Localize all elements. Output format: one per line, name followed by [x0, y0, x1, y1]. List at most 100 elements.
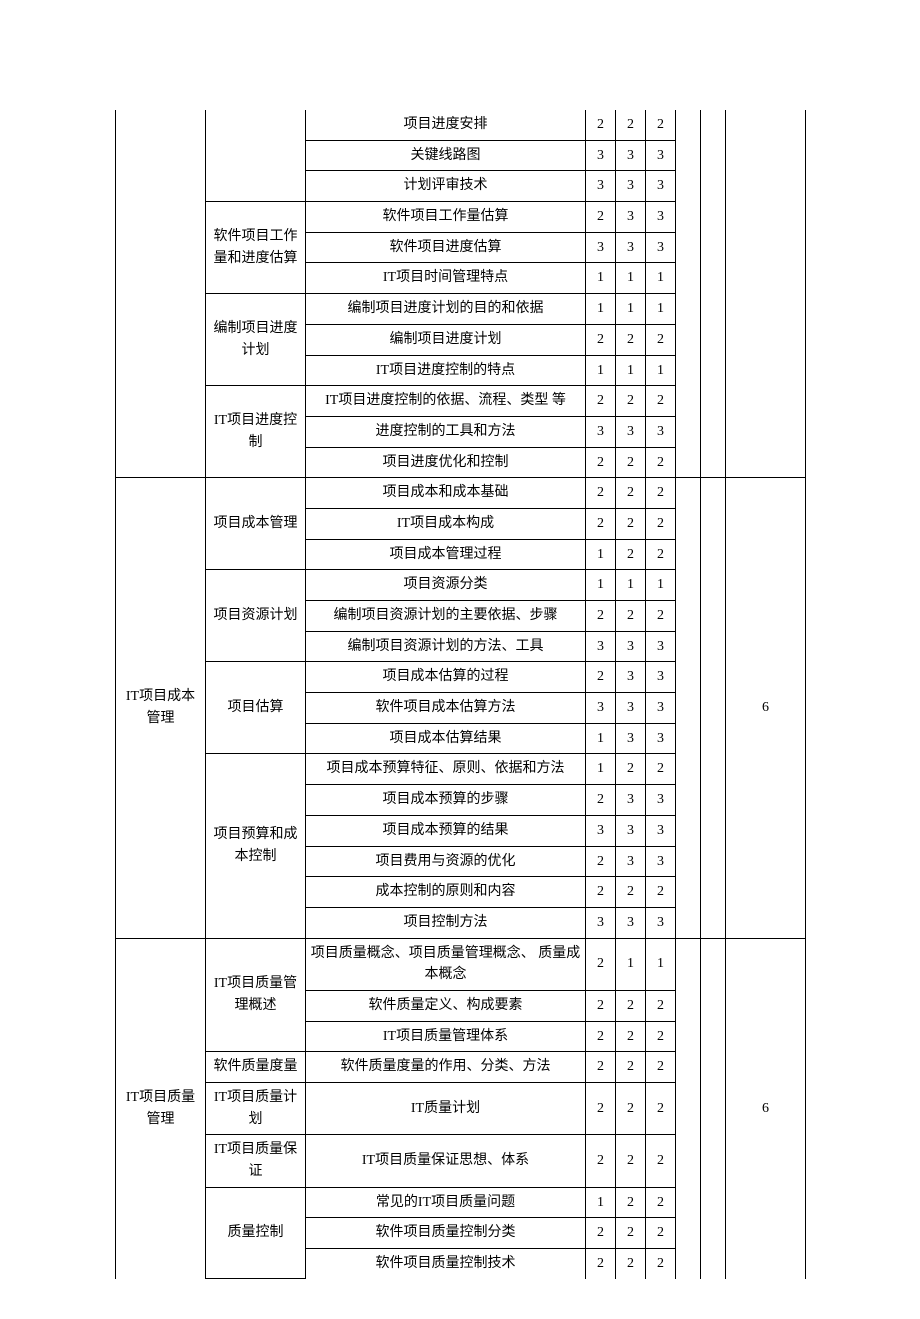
item-label: IT项目时间管理特点	[306, 263, 586, 294]
section-label	[116, 110, 206, 478]
score-cell: 2	[646, 478, 676, 509]
score-cell: 3	[646, 662, 676, 693]
score-cell: 2	[616, 508, 646, 539]
score-cell: 3	[646, 785, 676, 816]
score-cell: 2	[646, 1083, 676, 1135]
score-cell: 1	[646, 938, 676, 990]
item-label: IT项目进度控制的依据、流程、类型 等	[306, 386, 586, 417]
score-cell: 1	[586, 754, 616, 785]
blank-cell	[676, 478, 701, 938]
score-cell: 3	[646, 416, 676, 447]
item-label: IT项目成本构成	[306, 508, 586, 539]
score-cell: 2	[616, 447, 646, 478]
item-label: 编制项目进度计划的目的和依据	[306, 294, 586, 325]
hours-cell: 6	[726, 938, 806, 1279]
score-cell: 2	[586, 1052, 616, 1083]
score-cell: 2	[646, 1187, 676, 1218]
item-label: 项目成本管理过程	[306, 539, 586, 570]
score-cell: 2	[586, 202, 616, 233]
item-label: 项目成本估算结果	[306, 723, 586, 754]
score-cell: 2	[586, 662, 616, 693]
score-cell: 1	[616, 263, 646, 294]
score-cell: 2	[586, 447, 616, 478]
item-label: 软件项目质量控制分类	[306, 1218, 586, 1249]
item-label: 项目质量概念、项目质量管理概念、 质量成本概念	[306, 938, 586, 990]
score-cell: 2	[586, 110, 616, 140]
score-cell: 1	[646, 294, 676, 325]
score-cell: 3	[646, 232, 676, 263]
score-cell: 3	[646, 171, 676, 202]
item-label: 项目费用与资源的优化	[306, 846, 586, 877]
score-cell: 1	[616, 294, 646, 325]
item-label: IT项目质量管理体系	[306, 1021, 586, 1052]
item-label: 项目控制方法	[306, 907, 586, 938]
score-cell: 2	[586, 877, 616, 908]
score-cell: 2	[616, 1218, 646, 1249]
score-cell: 1	[646, 570, 676, 601]
item-label: 进度控制的工具和方法	[306, 416, 586, 447]
blank-cell	[701, 110, 726, 478]
table-row: 项目进度安排222	[116, 110, 806, 140]
score-cell: 3	[616, 785, 646, 816]
group-label: 项目资源计划	[206, 570, 306, 662]
score-cell: 2	[586, 508, 616, 539]
score-cell: 2	[586, 846, 616, 877]
item-label: 成本控制的原则和内容	[306, 877, 586, 908]
score-cell: 2	[616, 754, 646, 785]
score-cell: 2	[616, 539, 646, 570]
score-cell: 2	[646, 601, 676, 632]
score-cell: 3	[646, 693, 676, 724]
score-cell: 2	[586, 785, 616, 816]
item-label: 软件项目成本估算方法	[306, 693, 586, 724]
score-cell: 3	[586, 171, 616, 202]
score-cell: 2	[616, 1135, 646, 1187]
score-cell: 2	[616, 1083, 646, 1135]
score-cell: 2	[616, 1021, 646, 1052]
score-cell: 1	[646, 263, 676, 294]
score-cell: 3	[646, 140, 676, 171]
group-label: 质量控制	[206, 1187, 306, 1279]
score-cell: 2	[646, 508, 676, 539]
score-cell: 2	[586, 1083, 616, 1135]
item-label: 软件质量度量的作用、分类、方法	[306, 1052, 586, 1083]
score-cell: 1	[586, 294, 616, 325]
item-label: 项目成本和成本基础	[306, 478, 586, 509]
score-cell: 2	[586, 1021, 616, 1052]
item-label: 编制项目资源计划的主要依据、步骤	[306, 601, 586, 632]
item-label: 常见的IT项目质量问题	[306, 1187, 586, 1218]
score-cell: 2	[586, 1218, 616, 1249]
score-cell: 3	[586, 693, 616, 724]
group-label: 项目估算	[206, 662, 306, 754]
score-cell: 3	[616, 815, 646, 846]
score-cell: 3	[616, 846, 646, 877]
score-cell: 1	[586, 723, 616, 754]
score-cell: 1	[616, 938, 646, 990]
score-cell: 2	[616, 478, 646, 509]
item-label: 项目成本估算的过程	[306, 662, 586, 693]
group-label	[206, 110, 306, 202]
score-cell: 2	[616, 601, 646, 632]
score-cell: 3	[616, 232, 646, 263]
item-label: 项目进度安排	[306, 110, 586, 140]
item-label: 软件质量定义、构成要素	[306, 990, 586, 1021]
score-cell: 2	[586, 386, 616, 417]
score-cell: 2	[586, 938, 616, 990]
table-row: IT项目成本管理项目成本管理项目成本和成本基础2226	[116, 478, 806, 509]
score-cell: 3	[616, 140, 646, 171]
score-cell: 2	[646, 324, 676, 355]
group-label: 项目预算和成本控制	[206, 754, 306, 938]
score-cell: 2	[646, 1218, 676, 1249]
table-row: IT项目质量管理IT项目质量管理概述项目质量概念、项目质量管理概念、 质量成本概…	[116, 938, 806, 990]
blank-cell	[701, 938, 726, 1279]
group-label: IT项目进度控制	[206, 386, 306, 478]
score-cell: 3	[586, 232, 616, 263]
score-cell: 2	[646, 1135, 676, 1187]
item-label: 项目进度优化和控制	[306, 447, 586, 478]
score-cell: 3	[616, 631, 646, 662]
hours-cell: 6	[726, 478, 806, 938]
score-cell: 1	[586, 570, 616, 601]
score-cell: 2	[646, 1021, 676, 1052]
score-cell: 2	[586, 1135, 616, 1187]
group-label: 编制项目进度计划	[206, 294, 306, 386]
group-label: IT项目质量计划	[206, 1083, 306, 1135]
